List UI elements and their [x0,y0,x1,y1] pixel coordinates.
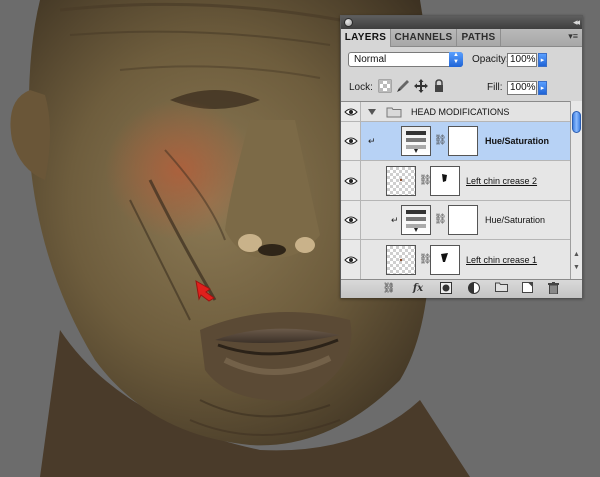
layer-thumbnail[interactable] [386,245,416,275]
new-group-folder-icon[interactable] [494,282,508,296]
panel-titlebar[interactable]: ◂◂ [341,16,582,29]
eye-icon [344,177,358,185]
blend-mode-value: Normal [354,54,387,65]
lock-all-icon[interactable] [432,79,446,93]
eye-icon [344,137,358,145]
mask-thumbnail[interactable] [430,245,460,275]
mask-thumbnail[interactable] [448,126,478,156]
visibility-toggle[interactable] [341,102,361,121]
hue-saturation-icon [406,131,426,153]
layer-row-left-chin-crease-2[interactable]: ⛓ Left chin crease 2 [341,161,570,201]
layer-row-hue-saturation-selected[interactable]: ↵ ⛓ Hue/Saturation [341,122,570,161]
layer-row-hue-saturation[interactable]: ↵ ⛓ Hue/Saturation [341,201,570,240]
brush-stroke-icon [399,178,403,182]
opacity-label: Opacity: [472,54,509,65]
tab-layers[interactable]: LAYERS [341,29,391,47]
mask-shape-icon [441,253,448,262]
layer-name[interactable]: Hue/Saturation [485,136,549,146]
select-arrows-icon: ▲ ▼ [449,52,463,67]
layer-name[interactable]: HEAD MODIFICATIONS [411,107,509,117]
blend-mode-select[interactable]: Normal ▲ ▼ [348,52,463,67]
lock-image-pixels-brush-icon[interactable] [396,79,410,93]
lock-label: Lock: [349,82,373,93]
layer-name[interactable]: Hue/Saturation [485,215,545,225]
tab-channels[interactable]: CHANNELS [391,29,457,46]
scroll-down-icon[interactable]: ▼ [573,264,580,271]
chain-link-icon[interactable]: ⛓ [434,135,447,146]
mask-shape-icon [442,174,447,182]
visibility-toggle[interactable] [341,122,361,160]
brush-stroke-icon [399,258,403,262]
layer-row-left-chin-crease-1[interactable]: ⛓ Left chin crease 1 [341,240,570,280]
chain-link-icon[interactable]: ⛓ [434,214,447,225]
lock-position-move-icon[interactable] [414,79,428,93]
adjustment-thumbnail[interactable] [401,205,431,235]
visibility-toggle[interactable] [341,240,361,279]
eye-icon [344,256,358,264]
trash-icon[interactable] [546,282,560,296]
layer-name[interactable]: Left chin crease 2 [466,176,537,186]
panel-menu-icon[interactable]: ▾≡ [568,31,578,42]
panel-footer: ⛓ fx [341,279,582,298]
layer-name[interactable]: Left chin crease 1 [466,255,537,265]
tab-paths[interactable]: PATHS [457,29,501,46]
layer-thumbnail[interactable] [386,166,416,196]
close-icon[interactable] [344,18,353,27]
adjustment-layer-icon[interactable] [467,282,481,296]
fx-icon[interactable]: fx [411,282,425,296]
layers-scrollbar[interactable]: ▲ ▼ [570,101,582,279]
panel-tabs: LAYERS CHANNELS PATHS ▾≡ [341,29,582,47]
folder-icon [386,107,402,118]
add-mask-icon[interactable] [439,282,453,296]
clipping-arrow-icon: ↵ [368,136,376,146]
mask-thumbnail[interactable] [448,205,478,235]
layer-row-group[interactable]: HEAD MODIFICATIONS [341,102,570,122]
lock-transparent-pixels-icon[interactable] [378,79,392,93]
mask-thumbnail[interactable] [430,166,460,196]
hue-saturation-icon [406,210,426,232]
eye-icon [344,108,358,116]
clipping-arrow-icon: ↵ [391,215,399,225]
layers-list: HEAD MODIFICATIONS ↵ ⛓ Hue/Saturation ⛓ … [341,101,570,280]
link-layers-icon[interactable]: ⛓ [382,282,396,296]
adjustment-thumbnail[interactable] [401,126,431,156]
new-layer-icon[interactable] [520,282,534,296]
opacity-input[interactable]: 100% [507,53,537,67]
eye-icon [344,216,358,224]
visibility-toggle[interactable] [341,161,361,200]
expand-triangle-icon[interactable] [368,108,376,116]
scroll-up-icon[interactable]: ▲ [573,251,580,258]
visibility-toggle[interactable] [341,201,361,239]
fill-label: Fill: [487,82,503,93]
collapse-icon[interactable]: ◂◂ [573,17,580,28]
fill-input[interactable]: 100% [507,81,537,95]
opacity-dropdown-icon[interactable]: ▸ [538,53,547,67]
scrollbar-thumb[interactable] [572,111,581,133]
fill-dropdown-icon[interactable]: ▸ [538,81,547,95]
layers-panel: ◂◂ LAYERS CHANNELS PATHS ▾≡ Normal ▲ ▼ Op… [340,15,583,298]
